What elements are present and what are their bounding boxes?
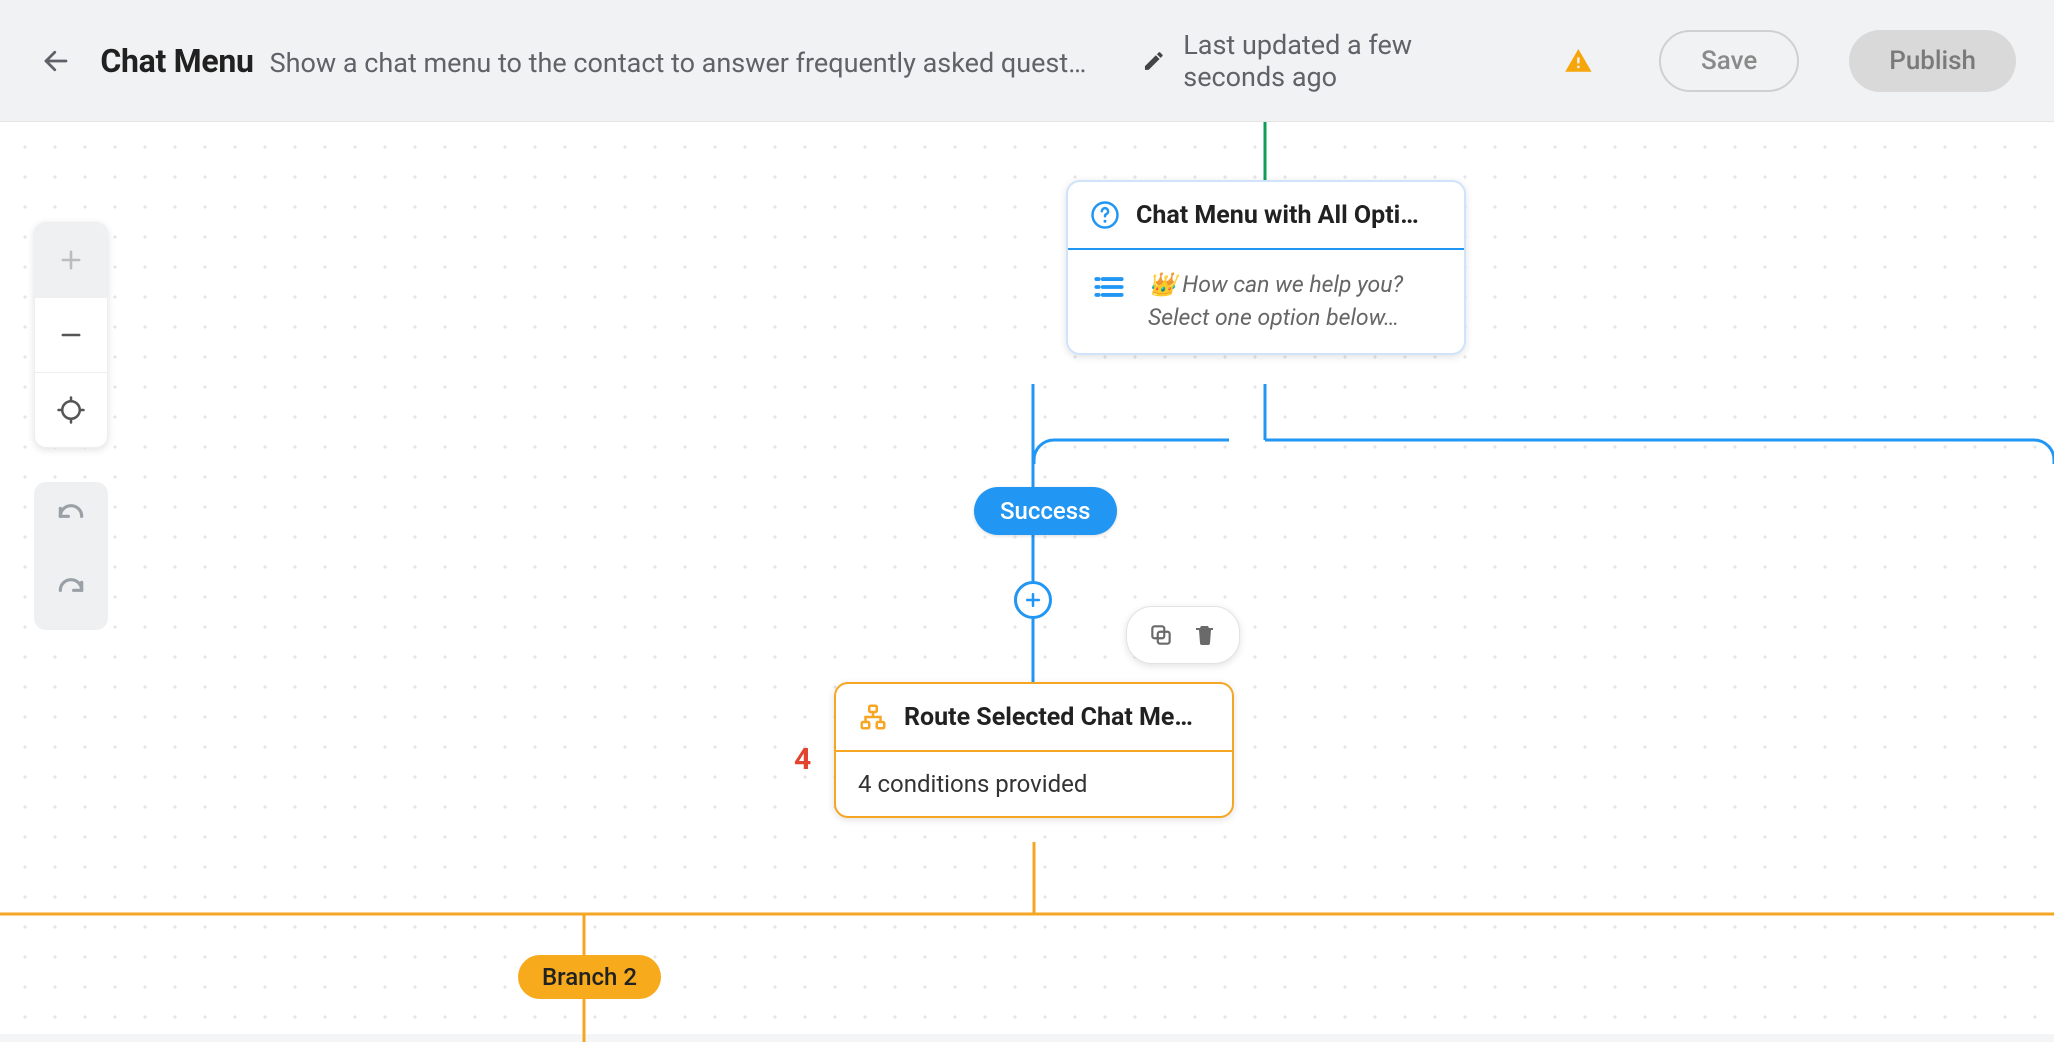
page-subtitle: Show a chat menu to the contact to answe…	[270, 47, 1090, 79]
minus-icon	[57, 321, 85, 349]
back-button[interactable]	[38, 40, 74, 82]
node-route[interactable]: Route Selected Chat Me… 4 conditions pro…	[834, 682, 1234, 818]
question-circle-icon	[1090, 200, 1120, 230]
last-updated-text: Last updated a few seconds ago	[1183, 29, 1512, 93]
node-route-body: 4 conditions provided	[858, 770, 1087, 798]
add-step-button[interactable]	[1014, 581, 1052, 619]
save-button[interactable]: Save	[1659, 30, 1799, 92]
plus-icon	[57, 246, 85, 274]
node-chat-menu-line2: Select one option below…	[1148, 301, 1403, 334]
edge-label-success[interactable]: Success	[974, 487, 1117, 535]
redo-icon	[55, 577, 87, 609]
workflow-canvas[interactable]: Chat Menu with All Opti… 👑 How can we he…	[0, 122, 2054, 1034]
top-bar: Chat Menu Show a chat menu to the contac…	[0, 0, 2054, 122]
page-title: Chat Menu	[100, 42, 253, 80]
redo-button[interactable]	[34, 556, 108, 630]
undo-icon	[55, 503, 87, 535]
pencil-icon[interactable]	[1142, 47, 1166, 75]
copy-node-button[interactable]	[1139, 615, 1183, 655]
connector-route-out	[0, 842, 2054, 1042]
delete-node-button[interactable]	[1183, 615, 1227, 655]
warning-icon[interactable]	[1564, 44, 1593, 78]
node-chat-menu[interactable]: Chat Menu with All Opti… 👑 How can we he…	[1066, 180, 1466, 355]
crosshair-icon	[56, 395, 86, 425]
history-tools	[34, 482, 108, 630]
edge-label-branch[interactable]: Branch 2	[518, 955, 661, 999]
publish-button[interactable]: Publish	[1849, 30, 2016, 92]
node-chat-menu-title: Chat Menu with All Opti…	[1136, 201, 1442, 230]
trash-icon	[1193, 623, 1217, 647]
recenter-button[interactable]	[35, 373, 107, 447]
view-tools	[34, 222, 108, 448]
connector-incoming	[1262, 122, 1268, 182]
last-updated-block: Last updated a few seconds ago	[1142, 29, 1593, 93]
connector-chatmenu-out	[1034, 384, 2054, 464]
undo-button[interactable]	[34, 482, 108, 556]
list-icon	[1090, 268, 1128, 310]
zoom-in-button[interactable]	[35, 223, 107, 297]
step-index-badge: 4	[794, 742, 811, 777]
node-quick-actions	[1126, 606, 1240, 664]
copy-icon	[1148, 622, 1174, 648]
plus-icon	[1023, 590, 1043, 610]
node-chat-menu-line1: 👑 How can we help you?	[1148, 268, 1403, 301]
node-route-title: Route Selected Chat Me…	[904, 703, 1210, 732]
arrow-left-icon	[41, 46, 71, 76]
zoom-out-button[interactable]	[35, 298, 107, 372]
branch-icon	[858, 702, 888, 732]
